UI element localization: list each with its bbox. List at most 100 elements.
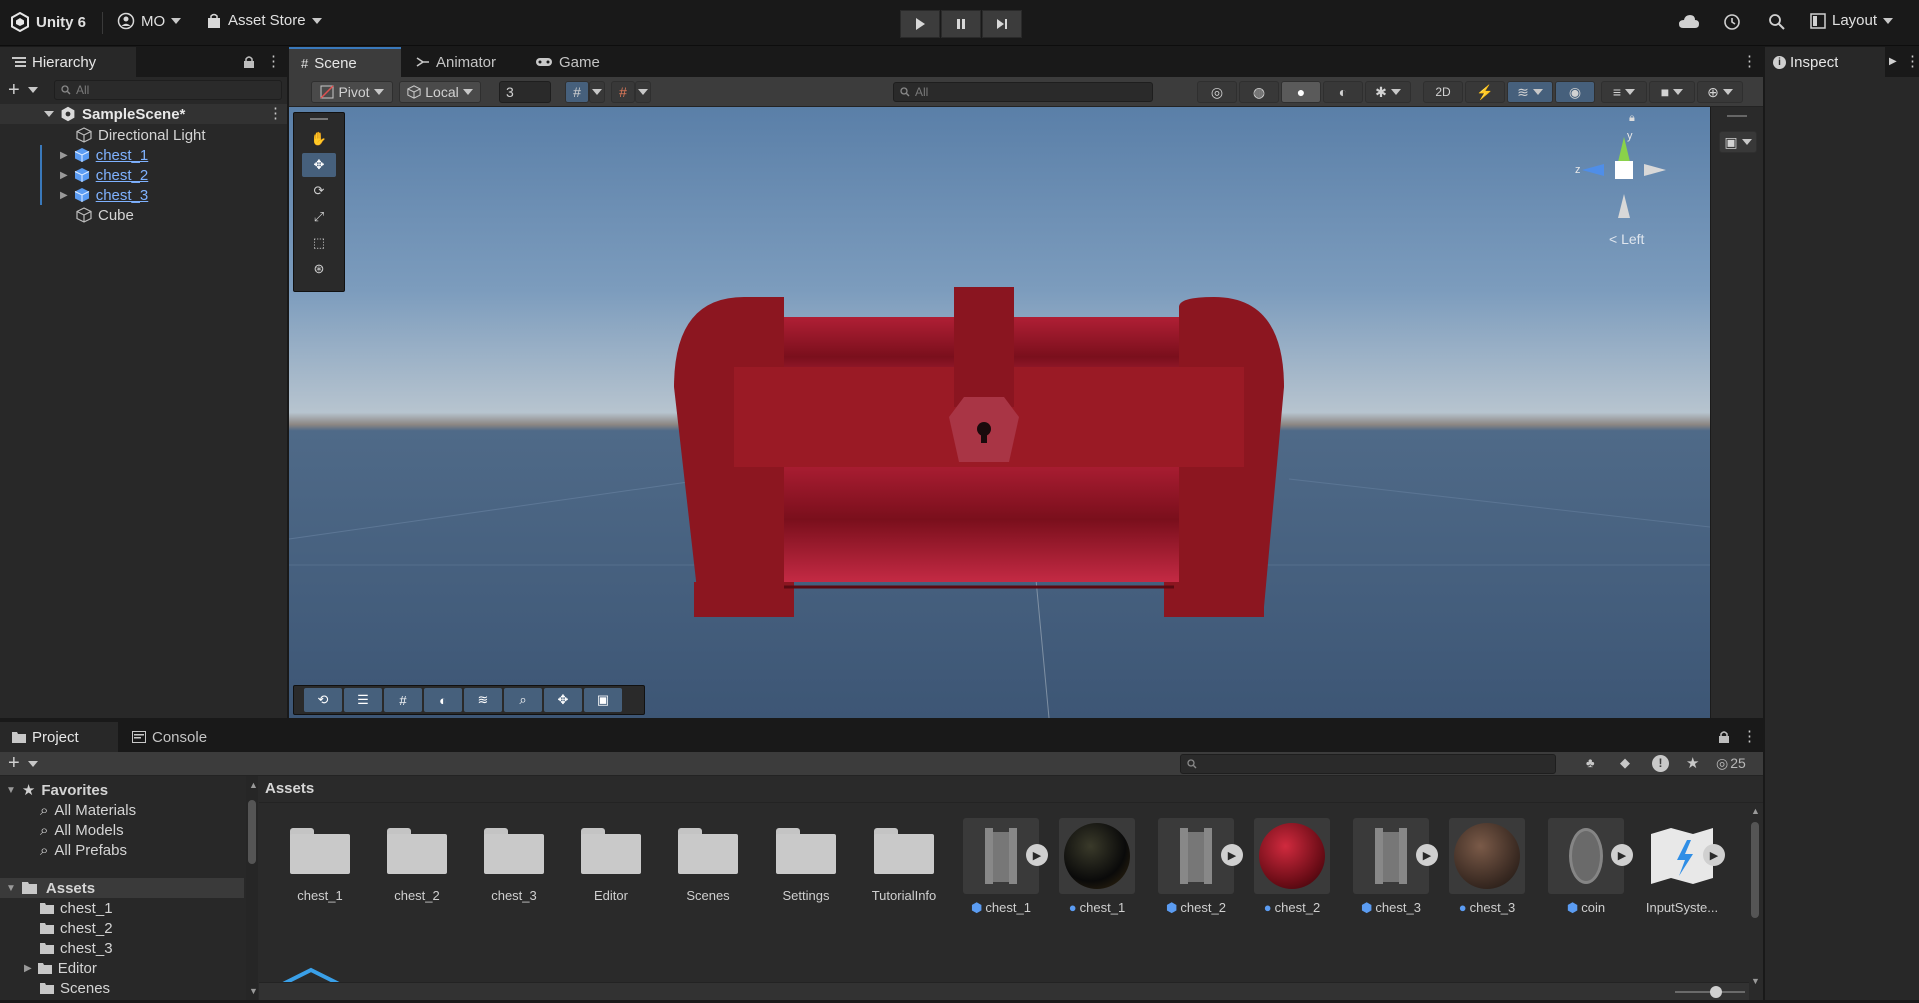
scale-tool[interactable]: ⤢ bbox=[302, 205, 336, 229]
view-options-button[interactable]: ◐ bbox=[424, 688, 462, 712]
lock-icon[interactable]: 🔒︎ bbox=[1629, 112, 1635, 125]
gizmos-dropdown[interactable]: ⊕ bbox=[1697, 81, 1743, 103]
scroll-down-icon[interactable]: ▼ bbox=[1751, 976, 1760, 986]
tree-folder-scenes[interactable]: Scenes bbox=[40, 978, 110, 998]
hierarchy-item-chest-2[interactable]: ▶ chest_2 bbox=[60, 165, 148, 185]
asset-grid-scrollbar[interactable]: ▲ ▼ bbox=[1749, 806, 1761, 996]
chevron-down-icon[interactable] bbox=[28, 761, 38, 767]
asset-store-dropdown[interactable]: Asset Store bbox=[206, 12, 322, 29]
overlay-handle[interactable] bbox=[1727, 115, 1747, 117]
chevron-right-icon[interactable]: ▶ bbox=[24, 963, 32, 974]
expand-asset-button[interactable]: ▶ bbox=[1611, 844, 1633, 866]
unlit-mode-button[interactable]: ◐ bbox=[1323, 81, 1363, 103]
increment-snap-dropdown[interactable] bbox=[635, 81, 651, 103]
lock-icon[interactable] bbox=[1718, 730, 1730, 747]
scene-visibility-button[interactable]: ◉ bbox=[1555, 81, 1595, 103]
account-dropdown[interactable]: MO bbox=[117, 12, 182, 30]
scene-fx-dropdown[interactable]: ≋ bbox=[1507, 81, 1553, 103]
tab-inspector[interactable]: i Inspect bbox=[1765, 47, 1885, 77]
asset-folder-chest-2[interactable]: chest_2 bbox=[372, 828, 462, 903]
chevron-down-icon[interactable]: ▼ bbox=[6, 785, 16, 796]
asset-material-chest-1[interactable]: ● chest_1 bbox=[1052, 818, 1142, 915]
debug-draw-mode-dropdown[interactable]: ✱ bbox=[1365, 81, 1411, 103]
assets-root-row[interactable]: ▼ Assets bbox=[0, 878, 244, 898]
asset-folder-tutorialinfo[interactable]: TutorialInfo bbox=[859, 828, 949, 903]
asset-folder-settings[interactable]: Settings bbox=[761, 828, 851, 903]
hidden-packages-toggle[interactable]: ◎ 25 bbox=[1716, 755, 1746, 772]
expand-asset-button[interactable]: ▶ bbox=[1221, 844, 1243, 866]
project-search-input[interactable] bbox=[1180, 754, 1556, 774]
scrollbar-thumb[interactable] bbox=[248, 800, 256, 864]
navigation-button[interactable]: ✥ bbox=[544, 688, 582, 712]
favorites-header[interactable]: ▼ ★ Favorites bbox=[6, 780, 108, 800]
scroll-up-icon[interactable]: ▲ bbox=[1751, 806, 1760, 816]
effects-button[interactable]: ≋ bbox=[464, 688, 502, 712]
scene-viewport[interactable]: ✋ ✥ ⟳ ⤢ ⬚ ⊛ y z 🔒︎ < Left ⟲ ☰ # ◐ ≋ ⌕ ✥ … bbox=[289, 107, 1710, 718]
hand-tool[interactable]: ✋ bbox=[302, 127, 336, 151]
chevron-right-icon[interactable]: ▶ bbox=[60, 190, 68, 201]
tree-folder-chest-2[interactable]: chest_2 bbox=[40, 918, 113, 938]
layers-dropdown[interactable]: ≡ bbox=[1601, 81, 1647, 103]
hierarchy-item-chest-1[interactable]: ▶ chest_1 bbox=[60, 145, 148, 165]
asset-folder-scenes[interactable]: Scenes bbox=[663, 828, 753, 903]
more-options-icon[interactable]: ⋮ bbox=[1742, 729, 1757, 744]
pause-button[interactable] bbox=[941, 10, 981, 38]
rotate-tool[interactable]: ⟳ bbox=[302, 179, 336, 203]
shaded-wireframe-button[interactable]: ◍ bbox=[1239, 81, 1279, 103]
global-view-button[interactable]: ◎ bbox=[1197, 81, 1237, 103]
log-filter-button[interactable]: ! bbox=[1652, 755, 1669, 772]
asset-folder-editor[interactable]: Editor bbox=[566, 828, 656, 903]
tree-scrollbar[interactable]: ▲ ▼ bbox=[246, 776, 258, 1000]
chevron-down-icon[interactable] bbox=[28, 87, 38, 93]
chevron-right-icon[interactable]: ▶ bbox=[1889, 56, 1897, 67]
move-tool[interactable]: ✥ bbox=[302, 153, 336, 177]
cloud-button[interactable] bbox=[1678, 14, 1700, 33]
tool-settings-button[interactable]: ☰ bbox=[344, 688, 382, 712]
hierarchy-item-chest-3[interactable]: ▶ chest_3 bbox=[60, 185, 148, 205]
transform-tool[interactable]: ⊛ bbox=[302, 257, 336, 281]
create-button[interactable]: + bbox=[8, 80, 20, 100]
favorite-all-materials[interactable]: ⌕ All Materials bbox=[40, 800, 136, 820]
create-asset-button[interactable]: + bbox=[8, 753, 20, 773]
asset-model-coin[interactable]: ▶ ⬢ coin bbox=[1541, 818, 1633, 916]
breadcrumb[interactable]: Assets bbox=[265, 780, 314, 797]
play-button[interactable] bbox=[900, 10, 940, 38]
step-button[interactable] bbox=[982, 10, 1022, 38]
gizmo-view-label[interactable]: < Left bbox=[1609, 231, 1644, 247]
layout-dropdown[interactable]: Layout bbox=[1810, 12, 1894, 29]
asset-model-chest-3[interactable]: ▶ ⬢ chest_3 bbox=[1346, 818, 1438, 916]
asset-folder-chest-1[interactable]: chest_1 bbox=[275, 828, 365, 903]
more-options-icon[interactable]: ⋮ bbox=[1905, 54, 1919, 69]
asset-model-chest-2[interactable]: ▶ ⬢ chest_2 bbox=[1151, 818, 1243, 916]
pivot-dropdown[interactable]: Pivot bbox=[311, 81, 393, 103]
hierarchy-item-cube[interactable]: Cube bbox=[76, 205, 134, 225]
scroll-up-icon[interactable]: ▲ bbox=[249, 780, 258, 790]
camera-view-dropdown[interactable]: ▣ bbox=[1719, 131, 1757, 153]
chevron-down-icon[interactable] bbox=[44, 111, 54, 117]
local-dropdown[interactable]: Local bbox=[399, 81, 481, 103]
history-button[interactable] bbox=[1723, 13, 1741, 34]
favorite-all-prefabs[interactable]: ⌕ All Prefabs bbox=[40, 840, 127, 860]
scene-search-input[interactable]: All bbox=[893, 82, 1153, 102]
grid-snap-button[interactable]: # bbox=[565, 81, 589, 103]
asset-material-chest-2[interactable]: ● chest_2 bbox=[1247, 818, 1337, 915]
more-options-icon[interactable]: ⋮ bbox=[1742, 54, 1757, 69]
orientation-gizmo[interactable]: y z bbox=[1564, 130, 1684, 222]
hierarchy-search-input[interactable]: All bbox=[54, 80, 282, 100]
search-by-label-button[interactable]: ◆ bbox=[1620, 755, 1630, 771]
lock-icon[interactable] bbox=[243, 55, 255, 72]
asset-material-chest-3[interactable]: ● chest_3 bbox=[1442, 818, 1532, 915]
snap-increment-input[interactable]: 3 bbox=[499, 81, 551, 103]
orbit-button[interactable]: ⟲ bbox=[304, 688, 342, 712]
tab-scene[interactable]: # Scene bbox=[289, 47, 401, 77]
grid-and-snap-button[interactable]: # bbox=[384, 688, 422, 712]
tree-folder-editor[interactable]: ▶ Editor bbox=[24, 958, 97, 978]
asset-model-chest-1[interactable]: ▶ ⬢ chest_1 bbox=[956, 818, 1048, 916]
chevron-right-icon[interactable]: ▶ bbox=[60, 170, 68, 181]
lighting-toggle-button[interactable]: ⚡ bbox=[1465, 81, 1505, 103]
search-button[interactable] bbox=[1768, 13, 1786, 34]
expand-asset-button[interactable]: ▶ bbox=[1703, 844, 1725, 866]
scene-root-row[interactable]: SampleScene* ⋮ bbox=[0, 104, 287, 124]
camera-settings-dropdown[interactable]: ■ bbox=[1649, 81, 1695, 103]
increment-snap-button[interactable]: # bbox=[611, 81, 635, 103]
